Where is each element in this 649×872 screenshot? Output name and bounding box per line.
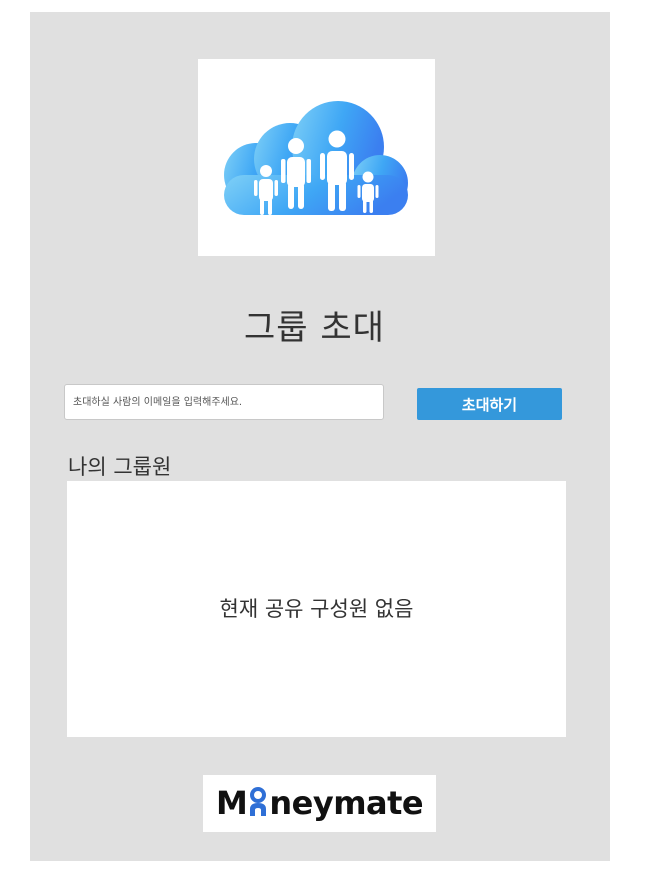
hero-image-frame [198, 59, 435, 256]
logo-letters-rest: neymate [269, 784, 424, 822]
empty-members-message: 현재 공유 구성원 없음 [219, 597, 414, 621]
moneymate-logo: Mneymate [203, 775, 436, 832]
logo-wordmark: Mneymate [216, 783, 424, 823]
invite-button[interactable]: 초대하기 [417, 388, 562, 420]
members-section-label: 나의 그룹원 [68, 455, 172, 479]
person-o-icon [250, 787, 267, 816]
logo-letter-m: M [216, 784, 248, 822]
email-input[interactable] [64, 384, 384, 420]
invite-panel: 그룹 초대 초대하기 나의 그룹원 현재 공유 구성원 없음 Mneymate [30, 12, 610, 861]
page-title: 그룹 초대 [244, 308, 385, 348]
members-list: 현재 공유 구성원 없음 [67, 481, 566, 737]
family-sharing-cloud-icon [224, 101, 408, 215]
